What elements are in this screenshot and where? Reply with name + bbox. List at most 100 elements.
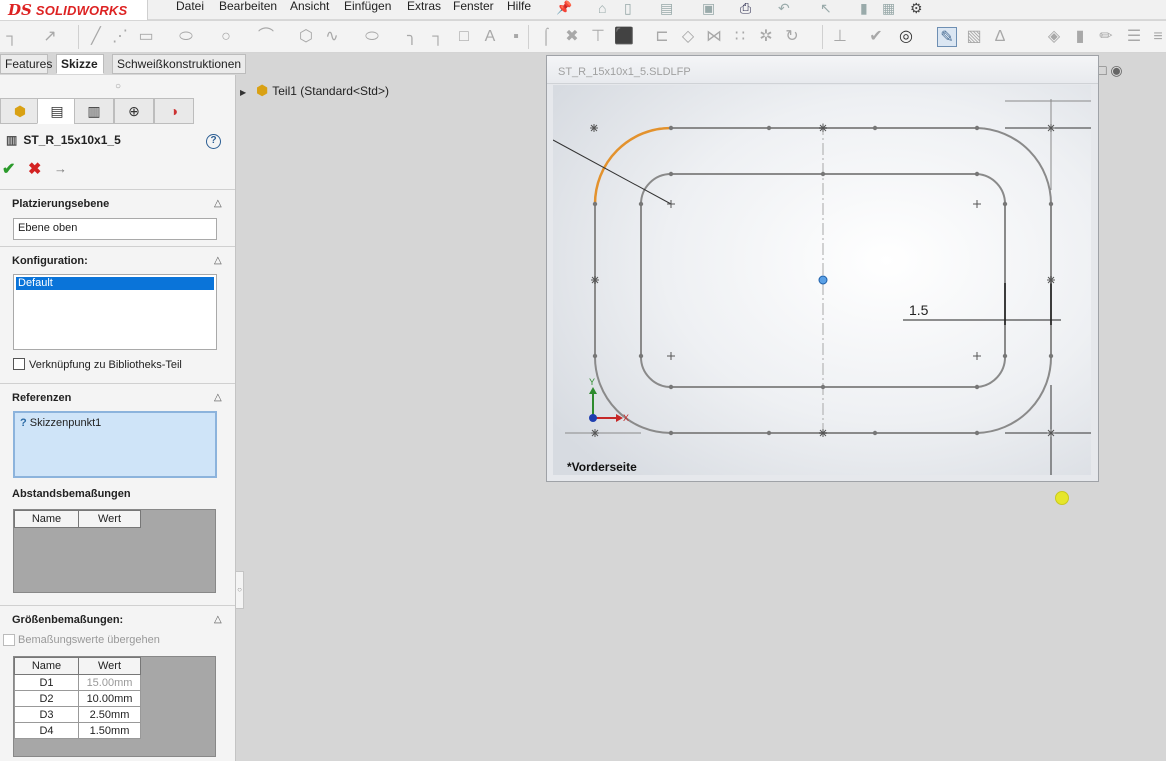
menu-extras[interactable]: Extras xyxy=(407,0,441,20)
ok-check-icon[interactable]: ✔ xyxy=(2,159,15,179)
menu-bearbeiten[interactable]: Bearbeiten xyxy=(219,0,277,20)
column-header[interactable]: Name xyxy=(14,657,79,675)
menu-hilfe[interactable]: Hilfe xyxy=(507,0,531,20)
open-icon[interactable]: ▤ xyxy=(660,0,673,16)
mirror-icon[interactable]: ⋈ xyxy=(704,27,724,47)
move-entities-icon[interactable]: ✲ xyxy=(756,27,776,47)
expand-arrow-icon[interactable]: ▶ xyxy=(240,88,256,97)
repair-sketch-icon[interactable]: ✔ xyxy=(866,27,886,47)
column-header[interactable]: Name xyxy=(14,510,79,528)
menu-einfuegen[interactable]: Einfügen xyxy=(344,0,391,20)
panel-splitter-handle[interactable]: ○ xyxy=(236,571,244,609)
quick-snaps-icon[interactable]: ◎ xyxy=(896,27,916,47)
rebuild-icon[interactable]: ▮ xyxy=(860,0,868,16)
dim-value[interactable]: 2.50mm xyxy=(78,706,141,723)
file-properties-icon[interactable]: ▦ xyxy=(882,0,895,16)
point-icon[interactable]: ▪ xyxy=(506,27,526,47)
surface-offset-icon[interactable]: ◇ xyxy=(678,27,698,47)
display-style-icon[interactable]: ▮ xyxy=(1070,27,1090,47)
spline-icon[interactable]: ∿ xyxy=(322,27,342,47)
column-header[interactable]: Wert xyxy=(78,657,141,675)
text-icon[interactable]: A xyxy=(480,27,500,47)
help-icon[interactable]: ? xyxy=(206,134,221,149)
undo-icon[interactable]: ↶ xyxy=(778,0,790,16)
dimension-value[interactable]: 1.5 xyxy=(909,302,929,318)
feature-manager-tab-icon[interactable]: ⬢ xyxy=(0,98,40,124)
tree-item-part[interactable]: Teil1 (Standard<Std>) xyxy=(272,84,389,98)
override-values-checkbox[interactable] xyxy=(3,634,15,646)
new-document-icon[interactable]: ▯ xyxy=(624,0,632,16)
collapse-caret-icon[interactable]: △ xyxy=(214,614,222,625)
trim-icon[interactable]: ⌠ xyxy=(536,27,556,47)
shaded-sketch-contours-icon[interactable]: ▧ xyxy=(964,27,984,47)
dim-value[interactable]: 1.50mm xyxy=(78,722,141,739)
arc-icon[interactable]: ⌒ xyxy=(256,27,276,47)
solidworks-logo[interactable]: DS SOLIDWORKS xyxy=(0,0,148,20)
dim-value[interactable]: 15.00mm xyxy=(78,674,141,691)
size-dims-grid[interactable]: Name Wert D1 15.00mm D2 10.00mm D3 2.50m… xyxy=(13,656,216,757)
placement-plane-field[interactable]: Ebene oben xyxy=(13,218,217,240)
intersection-curve-icon[interactable]: ⊤ xyxy=(588,27,608,47)
instant2d-icon[interactable]: ✎ xyxy=(937,27,957,47)
table-row[interactable]: D2 10.00mm xyxy=(14,690,141,707)
panel-grip[interactable]: ○ xyxy=(0,75,236,97)
document-title-bar[interactable]: ST_R_15x10x1_5.SLDLFP xyxy=(547,56,1098,84)
link-library-checkbox[interactable] xyxy=(13,358,25,370)
smart-dimension-icon[interactable]: ↗ xyxy=(40,27,60,47)
exit-sketch-icon[interactable]: ┐ xyxy=(2,27,22,47)
offset-icon[interactable]: □ xyxy=(454,27,474,47)
linear-pattern-icon[interactable]: ∷ xyxy=(730,27,750,47)
display-relations-icon[interactable]: ⊥ xyxy=(830,27,850,47)
select-icon[interactable]: ↖ xyxy=(820,0,832,16)
ellipse-icon[interactable]: ⬭ xyxy=(362,27,382,47)
table-row[interactable]: D4 1.50mm xyxy=(14,722,141,739)
collapse-caret-icon[interactable]: △ xyxy=(214,255,222,266)
cancel-x-icon[interactable]: ✖ xyxy=(28,159,41,179)
table-row[interactable]: D1 15.00mm xyxy=(14,674,141,691)
circle-icon[interactable]: ○ xyxy=(216,27,236,47)
configuration-manager-tab-icon[interactable]: ▥ xyxy=(74,98,114,124)
edit-appearance-icon[interactable]: ✏ xyxy=(1096,27,1116,47)
dimxpert-manager-tab-icon[interactable]: ⊕ xyxy=(114,98,154,124)
list-item[interactable]: Default xyxy=(16,277,214,290)
configuration-list[interactable]: Default xyxy=(13,274,217,350)
menu-datei[interactable]: Datei xyxy=(176,0,204,20)
sketch-canvas[interactable]: 1.5 Y X xyxy=(553,85,1091,475)
3d-sketch-icon[interactable]: ⬛ xyxy=(614,27,634,47)
pin-menu-icon[interactable]: 📌 xyxy=(556,0,572,15)
display-manager-tab-icon[interactable]: ◑ xyxy=(154,98,194,124)
centerline-icon[interactable]: ⋰ xyxy=(110,27,130,47)
line-icon[interactable]: ╱ xyxy=(86,27,106,47)
print-icon[interactable]: ⎙ xyxy=(740,0,751,16)
more-icon[interactable]: ≡ xyxy=(1148,27,1166,47)
rapid-sketch-icon[interactable]: ∆ xyxy=(990,27,1010,47)
view-orientation-icon[interactable]: ◈ xyxy=(1044,27,1064,47)
sketch-origin-point[interactable] xyxy=(818,275,828,285)
save-icon[interactable]: ▣ xyxy=(702,0,715,16)
collapse-caret-icon[interactable]: △ xyxy=(214,392,222,403)
pushpin-icon[interactable]: → xyxy=(54,161,67,176)
property-manager-tab-icon[interactable]: ▤ xyxy=(37,98,77,124)
view-settings-icon[interactable]: ☰ xyxy=(1124,27,1144,47)
menu-fenster[interactable]: Fenster xyxy=(453,0,494,20)
tab-schweisskonstruktionen[interactable]: Schweißkonstruktionen xyxy=(112,54,246,74)
feature-tree-flyout[interactable]: ▶ ⬢ Teil1 (Standard<Std>) xyxy=(240,82,389,102)
dim-value[interactable]: 10.00mm xyxy=(78,690,141,707)
rotate-entities-icon[interactable]: ↻ xyxy=(782,27,802,47)
references-selection-box[interactable]: ? Skizzenpunkt1 xyxy=(13,411,217,478)
polygon-icon[interactable]: ⬡ xyxy=(296,27,316,47)
chamfer-icon[interactable]: ┐ xyxy=(428,27,448,47)
fillet-icon[interactable]: ╮ xyxy=(402,27,422,47)
tab-features[interactable]: Features xyxy=(0,54,52,74)
rectangle-icon[interactable]: ▭ xyxy=(136,27,156,47)
heads-up-toolbar-icons[interactable]: □ ◉ xyxy=(1098,62,1166,80)
offset-entities-icon[interactable]: ⊏ xyxy=(652,27,672,47)
convert-entities-icon[interactable]: ✖ xyxy=(562,27,582,47)
home-icon[interactable]: ⌂ xyxy=(598,0,606,16)
slot-icon[interactable]: ⬭ xyxy=(176,27,196,47)
options-gear-icon[interactable]: ⚙ xyxy=(910,0,923,16)
collapse-caret-icon[interactable]: △ xyxy=(214,198,222,209)
tab-skizze[interactable]: Skizze xyxy=(56,54,104,74)
menu-ansicht[interactable]: Ansicht xyxy=(290,0,329,20)
graphics-window[interactable]: ST_R_15x10x1_5.SLDLFP 1.5 Y X *Vordersei… xyxy=(546,55,1099,482)
